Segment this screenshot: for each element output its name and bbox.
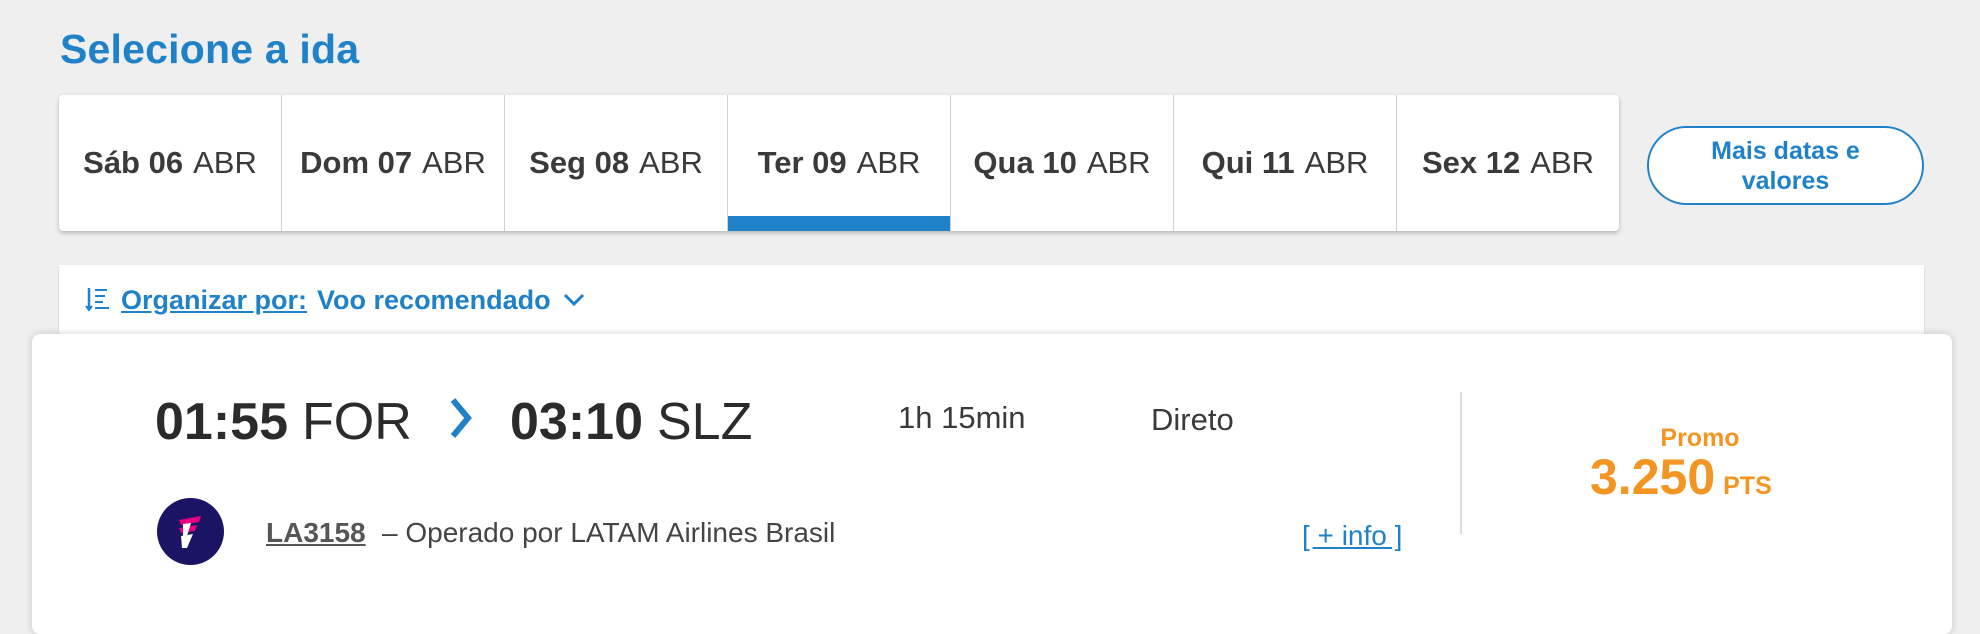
date-selector: Sáb 06 ABR Dom 07 ABR Seg 08 ABR Ter 09 … xyxy=(59,95,1619,231)
date-weekday: Dom 07 xyxy=(300,145,413,180)
sort-icon xyxy=(85,288,109,312)
arrival: 03:10 SLZ xyxy=(510,392,752,452)
price-amount: 3.250 xyxy=(1590,449,1716,505)
date-weekday: Ter 09 xyxy=(757,145,847,180)
date-weekday: Sáb 06 xyxy=(83,145,184,180)
page-title: Selecione a ida xyxy=(60,26,360,72)
more-info-link[interactable]: [ + info ] xyxy=(1302,520,1402,552)
price-unit: PTS xyxy=(1723,472,1772,500)
date-weekday: Seg 08 xyxy=(529,145,630,180)
operated-by: – Operado por LATAM Airlines Brasil xyxy=(382,517,836,548)
date-month: ABR xyxy=(422,145,486,180)
latam-logo-icon xyxy=(157,498,224,565)
chevron-down-icon xyxy=(563,293,584,307)
date-month: ABR xyxy=(1086,145,1151,180)
sort-dropdown-value: Voo recomendado xyxy=(317,284,551,315)
flight-card[interactable]: 01:55 FOR 03:10 SLZ 1h 15min Direto Promo … xyxy=(32,334,1952,634)
arrival-airport: SLZ xyxy=(657,393,753,451)
date-month: ABR xyxy=(1304,145,1369,180)
date-weekday: Qui 11 xyxy=(1201,145,1295,180)
date-tab-dom-07[interactable]: Dom 07 ABR xyxy=(282,95,505,231)
date-tab-seg-08[interactable]: Seg 08 ABR xyxy=(505,95,728,231)
date-tab-sex-12[interactable]: Sex 12 ABR xyxy=(1397,95,1619,231)
flight-duration: 1h 15min xyxy=(898,400,1026,435)
date-month: ABR xyxy=(856,145,921,180)
departure-airport: FOR xyxy=(302,393,412,451)
sort-bar: Organizar por: Voo recomendado xyxy=(59,265,1924,335)
date-weekday: Qua 10 xyxy=(973,145,1077,180)
date-tab-qua-10[interactable]: Qua 10 ABR xyxy=(951,95,1174,231)
divider xyxy=(1460,392,1462,534)
date-weekday: Sex 12 xyxy=(1421,145,1521,180)
date-month: ABR xyxy=(193,145,257,180)
departure-time: 01:55 xyxy=(155,393,288,451)
date-month: ABR xyxy=(639,145,703,180)
price[interactable]: 3.250 PTS xyxy=(1590,448,1772,506)
more-dates-button[interactable]: Mais datas e valores xyxy=(1647,126,1924,205)
flight-stops: Direto xyxy=(1151,402,1234,437)
date-tab-qui-11[interactable]: Qui 11 ABR xyxy=(1174,95,1397,231)
route-arrow-icon xyxy=(450,398,472,438)
date-tab-sab-06[interactable]: Sáb 06 ABR xyxy=(59,95,282,231)
sort-by-label[interactable]: Organizar por: xyxy=(121,285,307,316)
date-month: ABR xyxy=(1530,145,1594,180)
sort-dropdown[interactable]: Voo recomendado xyxy=(317,285,585,316)
date-tab-ter-09-selected[interactable]: Ter 09 ABR xyxy=(728,95,951,231)
departure: 01:55 FOR xyxy=(155,392,412,452)
flight-number-link[interactable]: LA3158 xyxy=(266,517,366,549)
arrival-time: 03:10 xyxy=(510,393,643,451)
